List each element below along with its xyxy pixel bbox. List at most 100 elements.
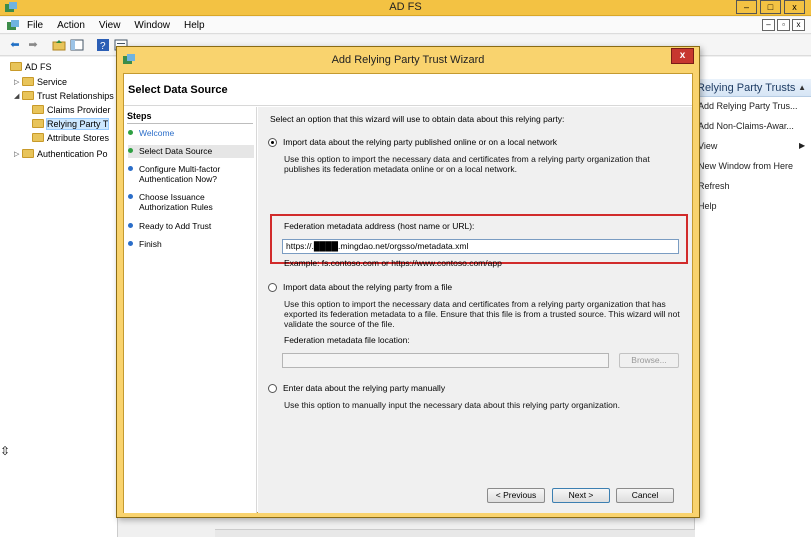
step-label: Configure Multi-factor Authentication No… [139,164,221,184]
tree-item-authentication-policies[interactable]: ▷ Authentication Po [14,147,108,160]
browse-button[interactable]: Browse... [619,353,679,368]
metadata-address-example: Example: fs.contoso.com or https://www.c… [284,258,502,268]
show-hide-console-tree-icon[interactable] [70,38,84,52]
action-add-non-claims-aware[interactable]: Add Non-Claims-Awar... [698,121,794,131]
menu-view[interactable]: View [99,20,121,31]
radio-label: Import data about the relying party from… [283,282,453,292]
tree-label: Attribute Stores [47,132,110,143]
folder-icon [32,105,44,114]
metadata-file-label: Federation metadata file location: [284,335,410,345]
horizontal-scrollbar[interactable] [215,529,695,537]
actions-header[interactable]: Relying Party Trusts ▲ [695,79,811,97]
dialog-client: Select Data Source Steps Welcome Select … [123,73,693,513]
radio-import-file[interactable]: Import data about the relying party from… [268,282,452,292]
tree-item-service[interactable]: ▷ Service [14,75,67,88]
action-refresh[interactable]: Refresh [698,181,730,191]
action-view[interactable]: View ▶ [698,141,805,151]
step-issuance-authorization[interactable]: Choose Issuance Authorization Rules [128,192,254,212]
mdi-restore-button[interactable]: ▫ [777,19,790,31]
metadata-file-input[interactable] [282,353,609,368]
actions-header-label: Relying Party Trusts [697,82,796,94]
page-heading: Select Data Source [128,84,228,96]
dialog-titlebar[interactable]: Add Relying Party Trust Wizard x [117,47,699,73]
forward-arrow-icon[interactable]: ➡ [26,38,40,52]
add-relying-party-trust-wizard: Add Relying Party Trust Wizard x Select … [116,46,700,518]
radio-button-checked[interactable] [268,137,277,147]
step-status-dot-icon [128,148,133,153]
metadata-address-input[interactable]: https://.████.mingdao.net/orgsso/metadat… [282,239,679,254]
menu-window[interactable]: Window [134,20,170,31]
step-status-dot-icon [128,194,133,199]
step-label: Choose Issuance Authorization Rules [139,192,213,212]
tree-label: Service [37,76,68,87]
cancel-button[interactable]: Cancel [616,488,674,503]
folder-icon [32,133,44,142]
radio-import-online[interactable]: Import data about the relying party publ… [268,137,557,147]
step-configure-mfa[interactable]: Configure Multi-factor Authentication No… [128,164,254,184]
tree-label: Trust Relationships [37,90,114,101]
step-label: Ready to Add Trust [139,221,212,231]
step-ready-to-add-trust[interactable]: Ready to Add Trust [128,221,254,231]
radio-button[interactable] [268,383,277,393]
tree-item-trust-relationships[interactable]: ◢ Trust Relationships [14,89,114,102]
mdi-minimize-button[interactable]: ‒ [762,19,775,31]
step-label: Select Data Source [139,146,213,156]
action-label: View [698,141,718,151]
folder-icon [22,91,34,100]
tree-item-relying-party-trusts[interactable]: Relying Party T [32,117,110,130]
window-titlebar[interactable]: AD FS ‒ □ x [0,0,811,16]
dialog-title: Add Relying Party Trust Wizard [331,54,485,66]
actions-pane: Relying Party Trusts ▲ Add Relying Party… [694,57,811,537]
step-status-dot-icon [128,223,133,228]
next-button[interactable]: Next > [552,488,610,503]
console-tree: AD FS ▷ Service ◢ Trust Relationships Cl… [0,57,118,537]
radio-button[interactable] [268,282,277,292]
tree-item-claims-provider[interactable]: Claims Provider [32,103,111,116]
collapse-up-icon[interactable]: ▲ [798,79,806,97]
submenu-arrow-icon: ▶ [799,141,806,150]
radio-enter-manually[interactable]: Enter data about the relying party manua… [268,383,445,393]
tree-label: Authentication Po [37,148,108,159]
step-label: Welcome [139,128,175,138]
step-status-dot-icon [128,166,133,171]
option-manual-description: Use this option to manually input the ne… [284,400,620,410]
mmc-document-icon[interactable] [6,19,20,32]
help-icon[interactable]: ? [96,38,110,52]
menu-help[interactable]: Help [184,20,205,31]
menu-action[interactable]: Action [57,20,85,31]
expand-arrow-icon[interactable]: ▷ [14,78,22,86]
mdi-close-button[interactable]: x [792,19,805,31]
collapse-arrow-icon[interactable]: ◢ [14,92,22,100]
previous-button[interactable]: < Previous [487,488,545,503]
action-add-relying-party-trust[interactable]: Add Relying Party Trus... [698,101,798,111]
action-new-window[interactable]: New Window from Here [698,161,793,171]
step-status-dot-icon [128,241,133,246]
menu-file[interactable]: File [27,20,43,31]
folder-icon [22,77,34,86]
back-arrow-icon[interactable]: ⬅ [8,38,22,52]
dialog-close-button[interactable]: x [671,48,694,64]
close-button[interactable]: x [784,0,805,14]
folder-icon [32,119,44,128]
up-folder-icon[interactable] [52,38,66,52]
folder-icon [22,149,34,158]
tree-item-adfs[interactable]: AD FS [2,60,52,73]
expand-arrow-icon[interactable]: ▷ [14,150,22,158]
steps-panel: Steps Welcome Select Data Source Configu… [124,107,257,513]
wizard-content: Select an option that this wizard will u… [258,107,692,513]
steps-divider [127,123,253,124]
minimize-button[interactable]: ‒ [736,0,757,14]
step-select-data-source[interactable]: Select Data Source [128,145,254,158]
option-file-description: Use this option to import the necessary … [284,299,680,329]
tree-label: Relying Party T [45,117,110,130]
step-welcome[interactable]: Welcome [128,128,254,138]
metadata-address-label: Federation metadata address (host name o… [284,221,475,231]
tree-item-attribute-stores[interactable]: Attribute Stores [32,131,109,144]
option-online-description: Use this option to import the necessary … [284,154,650,174]
menu-bar: File Action View Window Help ‒ ▫ x [0,17,811,34]
step-finish[interactable]: Finish [128,239,254,249]
svg-text:?: ? [100,41,106,52]
action-help[interactable]: Help [698,201,717,211]
radio-label: Enter data about the relying party manua… [283,383,446,393]
maximize-button[interactable]: □ [760,0,781,14]
